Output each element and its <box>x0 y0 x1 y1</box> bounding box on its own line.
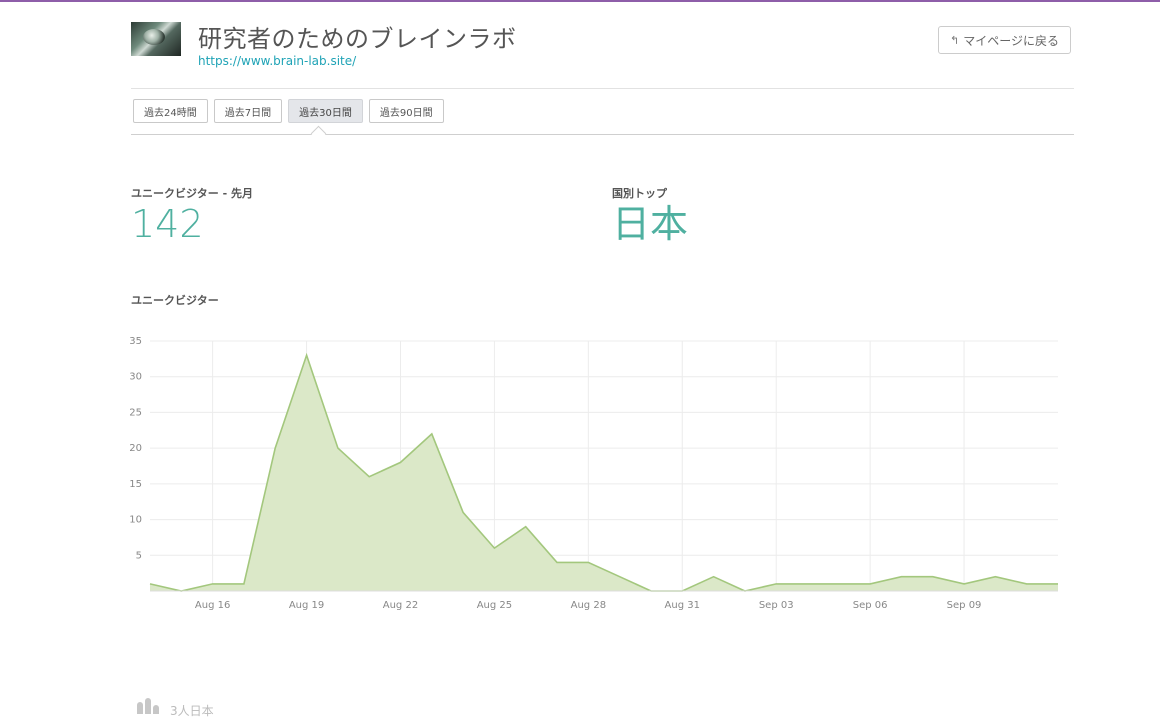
y-tick-label: 20 <box>129 443 142 454</box>
y-tick-label: 35 <box>129 336 142 347</box>
x-tick-label: Aug 28 <box>571 600 606 611</box>
x-tick-label: Sep 09 <box>947 600 982 611</box>
x-tick-label: Aug 19 <box>289 600 324 611</box>
x-tick-label: Aug 31 <box>665 600 700 611</box>
visitors-area-chart: 5 10 15 20 25 30 35 Aug 16 Aug 19 Aug 22 Aug 25 Aug… <box>0 0 1160 640</box>
y-tick-label: 25 <box>129 407 142 418</box>
y-tick-label: 5 <box>136 550 142 561</box>
x-tick-label: Aug 25 <box>477 600 512 611</box>
bar-chart-icon <box>137 700 159 714</box>
x-tick-label: Sep 03 <box>759 600 794 611</box>
x-tick-label: Sep 06 <box>853 600 888 611</box>
y-tick-label: 15 <box>129 479 142 490</box>
x-tick-label: Aug 22 <box>383 600 418 611</box>
y-tick-label: 10 <box>129 515 142 526</box>
bottom-section-label: 3人日本 <box>170 702 214 719</box>
x-tick-label: Aug 16 <box>195 600 230 611</box>
y-tick-label: 30 <box>129 372 142 383</box>
